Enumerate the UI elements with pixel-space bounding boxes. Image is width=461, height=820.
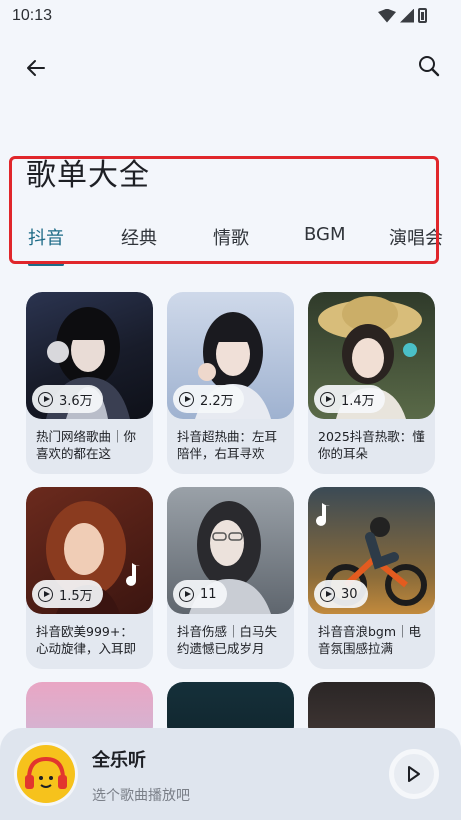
back-arrow-icon xyxy=(27,60,45,76)
play-count: 3.6万 xyxy=(59,393,93,409)
playlist-card[interactable]: 11 抖音伤感｜白马失约遗憾已成岁月 xyxy=(167,487,294,669)
mini-player[interactable]: 全乐听 选个歌曲播放吧 xyxy=(0,728,461,820)
play-count-badge: 1.4万 xyxy=(314,385,385,413)
play-icon xyxy=(179,391,194,407)
playlist-card[interactable]: 30 抖音音浪bgm｜电音氛围感拉满 xyxy=(308,487,435,669)
highlight-box xyxy=(9,156,439,264)
play-count: 1.5万 xyxy=(59,588,93,604)
play-count-badge: 3.6万 xyxy=(32,385,103,413)
playlist-title: 抖音超热曲：左耳陪伴，右耳寻欢 xyxy=(177,429,278,461)
play-icon xyxy=(408,766,420,782)
playlist-title: 抖音欧美999+：心动旋律，入耳即醉 xyxy=(36,624,137,659)
play-icon xyxy=(320,586,335,602)
play-count: 2.2万 xyxy=(200,393,234,409)
playlist-title: 2025抖音热歌：懂你的耳朵 xyxy=(318,429,425,461)
playlist-title: 抖音音浪bgm｜电音氛围感拉满 xyxy=(318,624,422,656)
playlist-title: 热门网络歌曲｜你喜欢的都在这 xyxy=(36,429,137,461)
play-icon xyxy=(320,391,335,407)
status-bar: 10:13 xyxy=(0,0,461,34)
play-count: 30 xyxy=(341,586,358,602)
play-count-badge: 30 xyxy=(314,580,368,608)
play-count: 11 xyxy=(200,586,217,602)
play-count-badge: 2.2万 xyxy=(173,385,244,413)
back-button[interactable] xyxy=(20,52,52,84)
headphones-logo-icon xyxy=(17,745,75,803)
wifi-icon xyxy=(378,8,396,23)
status-icons xyxy=(378,8,427,23)
status-time: 10:13 xyxy=(12,7,53,24)
signal-icon xyxy=(400,8,414,23)
search-icon xyxy=(419,56,440,77)
play-icon xyxy=(38,586,53,602)
battery-icon xyxy=(418,8,427,23)
playlist-card[interactable]: 2.2万 抖音超热曲：左耳陪伴，右耳寻欢 xyxy=(167,292,294,474)
play-count: 1.4万 xyxy=(341,393,375,409)
play-count-badge: 11 xyxy=(173,580,227,608)
player-avatar xyxy=(14,742,78,806)
play-button[interactable] xyxy=(389,749,439,799)
playlist-card[interactable]: 1.4万 2025抖音热歌：懂你的耳朵 xyxy=(308,292,435,474)
player-subtitle: 选个歌曲播放吧 xyxy=(92,788,190,804)
player-title: 全乐听 xyxy=(92,750,146,771)
play-count-badge: 1.5万 xyxy=(32,580,103,608)
playlist-card[interactable]: 1.5万 抖音欧美999+：心动旋律，入耳即醉 xyxy=(26,487,153,669)
play-icon xyxy=(38,391,53,407)
play-icon xyxy=(179,586,194,602)
playlist-title: 抖音伤感｜白马失约遗憾已成岁月 xyxy=(177,624,278,656)
playlist-card[interactable]: 3.6万 热门网络歌曲｜你喜欢的都在这 xyxy=(26,292,153,474)
search-button[interactable] xyxy=(413,50,445,82)
